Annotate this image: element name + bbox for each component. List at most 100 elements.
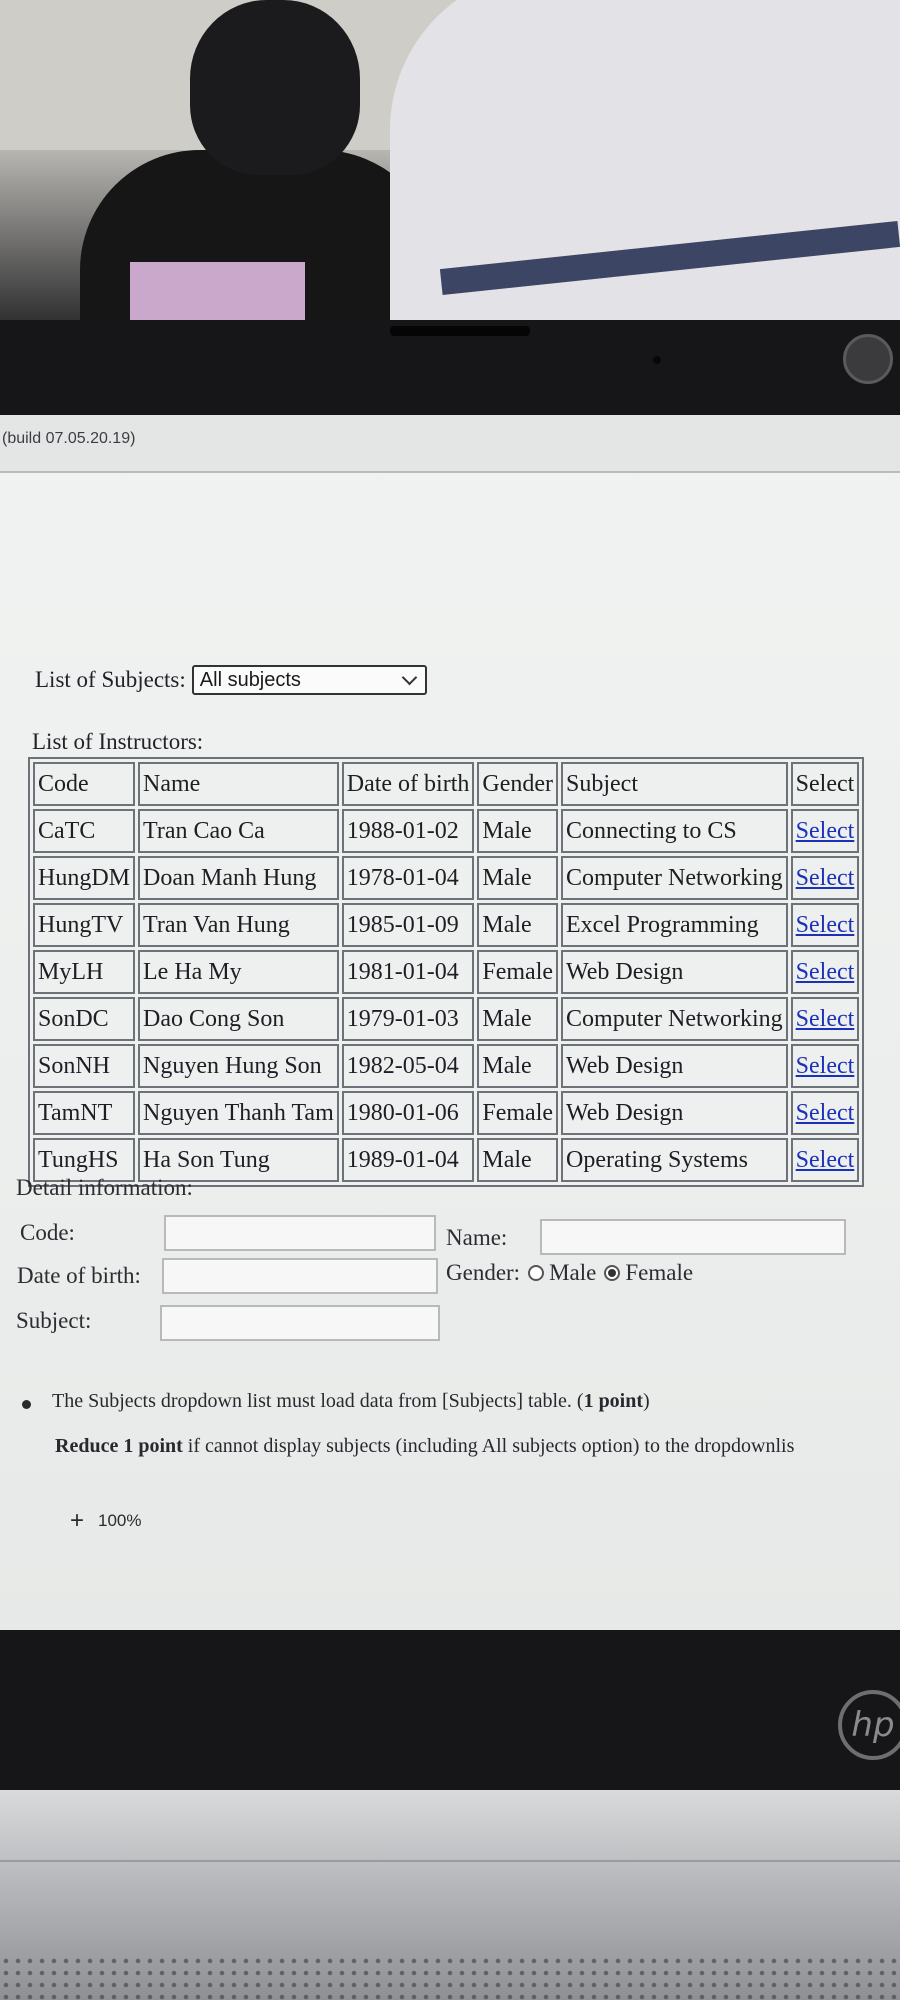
gender-female-label: Female xyxy=(625,1260,694,1285)
name-field[interactable] xyxy=(540,1219,846,1255)
select-link[interactable]: Select xyxy=(796,1006,855,1032)
table-row: SonNH Nguyen Hung Son 1982-05-04 Male We… xyxy=(33,1044,860,1088)
cell-name: Nguyen Hung Son xyxy=(138,1044,339,1088)
cell-select: Select xyxy=(790,997,860,1041)
build-label: (build 07.05.20.19) xyxy=(2,430,136,447)
table-row: TamNT Nguyen Thanh Tam 1980-01-06 Female… xyxy=(33,1091,860,1135)
cell-gender: Male xyxy=(477,1044,559,1088)
cell-dob: 1989-01-04 xyxy=(341,1138,475,1182)
cell-name: Nguyen Thanh Tam xyxy=(138,1091,339,1135)
select-link[interactable]: Select xyxy=(796,1100,855,1126)
column-header: Code xyxy=(33,762,136,806)
zoom-in-button[interactable]: + xyxy=(70,1507,84,1535)
select-link[interactable]: Select xyxy=(796,1053,855,1079)
cell-name: Le Ha My xyxy=(138,950,339,994)
cell-dob: 1978-01-04 xyxy=(341,856,475,900)
subjects-filter: List of Subjects: All subjects xyxy=(35,665,427,695)
requirement-line1-points: 1 point xyxy=(583,1390,644,1412)
cell-select: Select xyxy=(790,950,860,994)
select-link[interactable]: Select xyxy=(796,959,855,985)
cell-name: Tran Cao Ca xyxy=(138,809,339,853)
cell-code: HungTV xyxy=(33,903,136,947)
cell-select: Select xyxy=(790,1091,860,1135)
cell-gender: Male xyxy=(477,809,559,853)
column-header: Subject xyxy=(561,762,788,806)
speaker-grill xyxy=(0,1955,900,2000)
cell-dob: 1985-01-09 xyxy=(341,903,475,947)
requirement-line1-text: The Subjects dropdown list must load dat… xyxy=(52,1390,584,1412)
select-link[interactable]: Select xyxy=(796,865,855,891)
cell-subject: Web Design xyxy=(561,1044,788,1088)
select-link[interactable]: Select xyxy=(796,1147,855,1173)
table-row: SonDC Dao Cong Son 1979-01-03 Male Compu… xyxy=(33,997,860,1041)
table-row: CaTC Tran Cao Ca 1988-01-02 Male Connect… xyxy=(33,809,860,853)
dob-label: Date of birth: xyxy=(17,1263,141,1288)
gender-label: Gender: xyxy=(446,1260,521,1285)
column-header: Select xyxy=(790,762,860,806)
radio-female[interactable] xyxy=(604,1265,621,1281)
instructors-table-wrap: Code Name Date of birth Gender Subject S… xyxy=(28,757,865,1187)
cell-gender: Male xyxy=(477,1138,559,1182)
zoom-level: 100% xyxy=(98,1511,142,1530)
instructors-table: Code Name Date of birth Gender Subject S… xyxy=(28,757,865,1187)
cell-select: Select xyxy=(790,1138,860,1182)
select-link[interactable]: Select xyxy=(796,912,855,938)
chevron-down-icon xyxy=(401,669,418,685)
cell-gender: Male xyxy=(477,856,559,900)
person-silhouette-head xyxy=(190,0,360,175)
cell-gender: Male xyxy=(477,997,559,1041)
requirement-text: The Subjects dropdown list must load dat… xyxy=(52,1390,650,1413)
column-header: Name xyxy=(138,762,339,806)
laptop-screen: (build 07.05.20.19) List of Subjects: Al… xyxy=(0,415,900,1630)
code-field[interactable] xyxy=(164,1215,436,1251)
cell-subject: Computer Networking xyxy=(561,997,788,1041)
zoom-control: + 100% xyxy=(70,1507,142,1535)
gender-group: Gender: Male Female xyxy=(446,1260,693,1286)
cell-gender: Female xyxy=(477,950,559,994)
cell-subject: Excel Programming xyxy=(561,903,788,947)
cell-subject: Web Design xyxy=(561,1091,788,1135)
cell-select: Select xyxy=(790,856,860,900)
requirement-penalty-text: if cannot display subjects (including Al… xyxy=(182,1435,795,1457)
cell-code: CaTC xyxy=(33,809,136,853)
cell-dob: 1980-01-06 xyxy=(341,1091,475,1135)
table-header-row: Code Name Date of birth Gender Subject S… xyxy=(33,762,860,806)
gender-male-label: Male xyxy=(549,1260,597,1285)
cell-dob: 1982-05-04 xyxy=(341,1044,475,1088)
gender-option-male[interactable]: Male xyxy=(528,1260,596,1286)
dob-field[interactable] xyxy=(162,1258,438,1294)
distant-screen-glow xyxy=(130,262,305,322)
laptop-bottom-bezel xyxy=(0,1630,900,1790)
table-row: MyLH Le Ha My 1981-01-04 Female Web Desi… xyxy=(33,950,860,994)
cell-subject: Operating Systems xyxy=(561,1138,788,1182)
code-label: Code: xyxy=(20,1220,75,1245)
cell-code: HungDM xyxy=(33,856,136,900)
radio-male[interactable] xyxy=(528,1265,545,1281)
cell-code: SonNH xyxy=(33,1044,136,1088)
name-label: Name: xyxy=(446,1225,508,1250)
subject-field[interactable] xyxy=(160,1305,440,1341)
cell-dob: 1979-01-03 xyxy=(341,997,475,1041)
subjects-dropdown-value: All subjects xyxy=(199,668,301,691)
gender-option-female[interactable]: Female xyxy=(604,1260,693,1286)
bullet-icon xyxy=(22,1400,31,1409)
cell-name: Dao Cong Son xyxy=(138,997,339,1041)
subjects-dropdown[interactable]: All subjects xyxy=(191,665,427,695)
cell-code: SonDC xyxy=(33,997,136,1041)
cell-name: Doan Manh Hung xyxy=(138,856,339,900)
cell-subject: Connecting to CS xyxy=(561,809,788,853)
select-link[interactable]: Select xyxy=(796,818,855,844)
hinge-line xyxy=(0,1860,900,1862)
cell-subject: Computer Networking xyxy=(561,856,788,900)
requirement-penalty-bold: Reduce 1 point xyxy=(55,1435,183,1457)
webcam-light-icon xyxy=(653,356,661,364)
cell-gender: Female xyxy=(477,1091,559,1135)
cell-code: MyLH xyxy=(33,950,136,994)
table-row: HungDM Doan Manh Hung 1978-01-04 Male Co… xyxy=(33,856,860,900)
cell-gender: Male xyxy=(477,903,559,947)
instructors-label: List of Instructors: xyxy=(32,729,204,754)
column-header: Gender xyxy=(477,762,559,806)
cell-dob: 1988-01-02 xyxy=(341,809,475,853)
table-row: HungTV Tran Van Hung 1985-01-09 Male Exc… xyxy=(33,903,860,947)
webcam-icon xyxy=(390,326,530,336)
